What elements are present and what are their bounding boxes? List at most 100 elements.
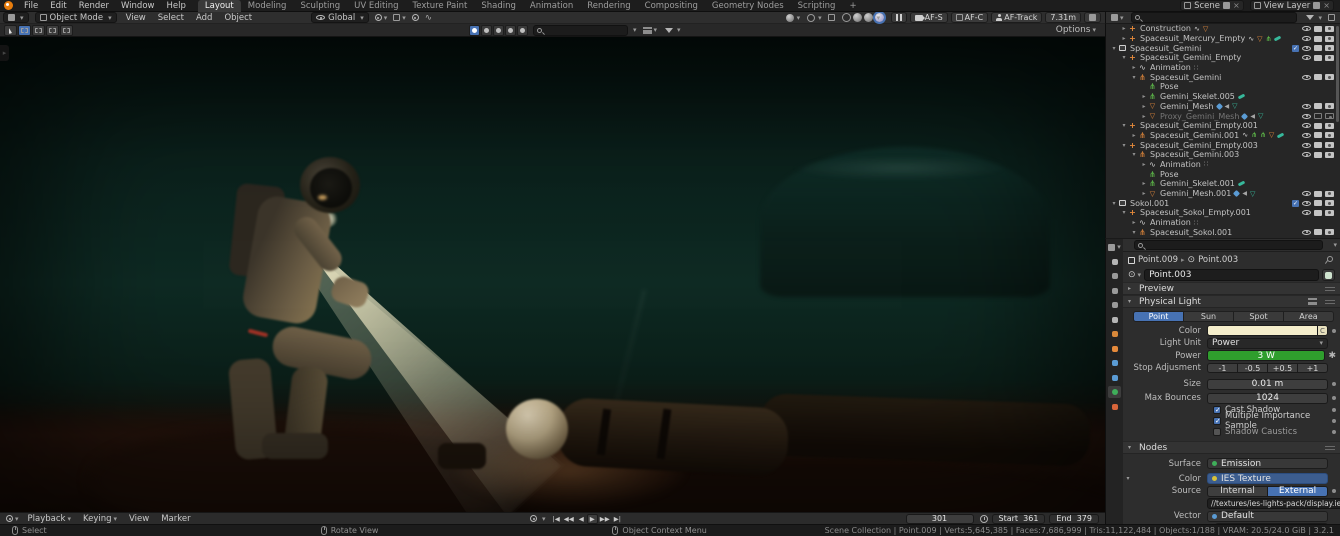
light-extra-button[interactable] [1322,269,1335,281]
pin-icon[interactable] [1324,256,1332,264]
af-continuous-button[interactable]: AF-C [951,12,989,23]
outliner-row[interactable]: ▸▽Gemini_Mesh.001◀▽ [1106,189,1340,199]
decorator-arrow-icon[interactable]: ▾ [1123,475,1133,482]
filter-toggle-3[interactable] [493,25,504,36]
collapse-arrow-icon[interactable]: ▸ [1130,64,1138,71]
new-scene-icon[interactable] [1223,2,1230,9]
breadcrumb-object[interactable]: Point.009 [1138,255,1178,265]
expand-arrow-icon[interactable]: ▾ [1130,151,1138,158]
outliner-sync-icon[interactable] [1325,12,1338,24]
breadcrumb-data[interactable]: Point.003 [1198,255,1238,265]
viewport-menu-add[interactable]: Add [190,12,218,24]
editor-type-button[interactable] [3,12,29,23]
animate-dot[interactable] [1332,382,1336,386]
properties-search-input[interactable] [1134,240,1323,250]
timeline-editor-type-button[interactable] [3,513,22,525]
outliner-row[interactable]: ▸+Construction∿▽ [1106,24,1340,34]
outliner-row[interactable]: ▸∿Animation∷ [1106,63,1340,73]
clapper-button[interactable] [1084,12,1101,23]
remove-view-layer-icon[interactable]: × [1323,1,1330,10]
play-reverse-button[interactable]: ◀ [576,514,587,524]
outliner-row[interactable]: ▸∿Animation∷ [1106,160,1340,170]
collection-checkbox[interactable] [1292,45,1299,52]
collapse-arrow-icon[interactable]: ▸ [1140,113,1148,120]
outliner-row[interactable]: ▸▽Gemini_Mesh◀▽ [1106,102,1340,112]
blender-logo-icon[interactable] [4,1,13,10]
physical-light-panel-header[interactable]: ▾Physical Light [1123,295,1340,308]
vector-node-button[interactable]: Default [1207,511,1328,522]
expand-arrow-icon[interactable]: ▾ [1120,209,1128,216]
wireframe-shading-button[interactable] [842,13,851,22]
power-slider[interactable]: 3 W [1207,350,1325,361]
filter-toggle-4[interactable] [505,25,516,36]
solid-shading-button[interactable] [853,13,862,22]
source-internal-button[interactable]: Internal [1207,486,1268,497]
menu-help[interactable]: Help [160,0,191,12]
filter-toggle-1[interactable] [469,25,480,36]
viewport-search-input[interactable] [533,25,628,36]
hide-eye-toggle[interactable] [1302,55,1311,60]
outliner-row[interactable]: ▾⋔Spacesuit_Gemini.003 [1106,150,1340,160]
preview-panel-header[interactable]: ▸Preview [1123,282,1340,295]
collapse-arrow-icon[interactable]: ▸ [1140,161,1148,168]
disable-viewport-toggle[interactable] [1314,36,1322,42]
checkbox-shadow-caustics[interactable] [1213,428,1221,436]
outliner-row[interactable]: ▾+Spacesuit_Sokol_Empty.001 [1106,208,1340,218]
unlink-scene-icon[interactable]: × [1233,1,1240,10]
collapse-arrow-icon[interactable]: ▸ [1140,190,1148,197]
properties-tab-output[interactable] [1108,285,1121,297]
expand-arrow-icon[interactable]: ▾ [1120,122,1128,129]
disable-viewport-toggle[interactable] [1314,191,1322,197]
collapse-arrow-icon[interactable]: ▸ [1140,180,1148,187]
disable-render-toggle[interactable] [1325,26,1334,32]
properties-tab-world[interactable] [1108,328,1121,340]
jump-end-button[interactable]: ▶| [612,514,623,524]
proportional-editing-toggle[interactable] [409,12,422,24]
disable-viewport-toggle[interactable] [1314,26,1322,32]
properties-tab-tool[interactable] [1108,256,1121,268]
disable-viewport-toggle[interactable] [1314,210,1322,216]
gizmos-dropdown[interactable] [782,12,804,24]
select-subtract-tool-button[interactable] [46,25,59,36]
ies-texture-node-button[interactable]: IES Texture [1207,473,1328,484]
tweak-tool-button[interactable] [4,25,17,36]
stop-adjust-button[interactable]: +0.5 [1268,363,1298,373]
timeline-menu-playback[interactable]: Playback [22,513,77,525]
frame-end-field[interactable]: End 379 [1049,514,1099,524]
menu-file[interactable]: File [18,0,44,12]
new-view-layer-icon[interactable] [1313,2,1320,9]
disable-viewport-toggle[interactable] [1314,113,1322,119]
surface-node-button[interactable]: Emission [1207,458,1328,469]
disable-render-toggle[interactable] [1325,210,1334,216]
expand-arrow-icon[interactable]: ▾ [1130,229,1138,236]
properties-tab-scene[interactable] [1108,314,1121,326]
hide-eye-toggle[interactable] [1302,36,1311,41]
outliner-row[interactable]: ▾⋔Spacesuit_Gemini [1106,72,1340,82]
disable-render-toggle[interactable] [1325,142,1334,148]
properties-tab-view-layer[interactable] [1108,299,1121,311]
disable-render-toggle[interactable] [1325,152,1334,158]
viewport-menu-object[interactable]: Object [218,12,258,24]
max-bounces-slider[interactable]: 1024 [1207,393,1328,404]
stop-adjust-button[interactable]: -0.5 [1238,363,1268,373]
nodes-panel-header[interactable]: ▾Nodes [1123,441,1340,454]
viewport-menu-view[interactable]: View [120,12,152,24]
disable-viewport-toggle[interactable] [1314,74,1322,80]
mode-selector[interactable]: Object Mode [35,12,117,23]
auto-keying-toggle[interactable] [528,514,539,524]
disable-viewport-toggle[interactable] [1314,200,1322,206]
outliner-filter-dropdown[interactable] [1301,12,1325,24]
disable-viewport-toggle[interactable] [1314,229,1322,235]
scene-selector[interactable]: Scene × [1180,0,1244,11]
transform-orientation-dropdown[interactable]: Global [311,12,369,23]
hide-eye-toggle[interactable] [1302,143,1311,148]
light-type-tab-point[interactable]: Point [1133,311,1184,322]
disable-render-toggle[interactable] [1325,191,1334,197]
view-layer-selector[interactable]: View Layer × [1250,0,1334,11]
select-intersect-tool-button[interactable] [60,25,73,36]
select-extend-tool-button[interactable] [32,25,45,36]
hide-eye-toggle[interactable] [1302,123,1311,128]
panel-menu-icon[interactable] [1308,298,1317,305]
options-dropdown[interactable]: Options [1053,24,1099,36]
outliner-row[interactable]: ▾+Spacesuit_Gemini_Empty [1106,53,1340,63]
